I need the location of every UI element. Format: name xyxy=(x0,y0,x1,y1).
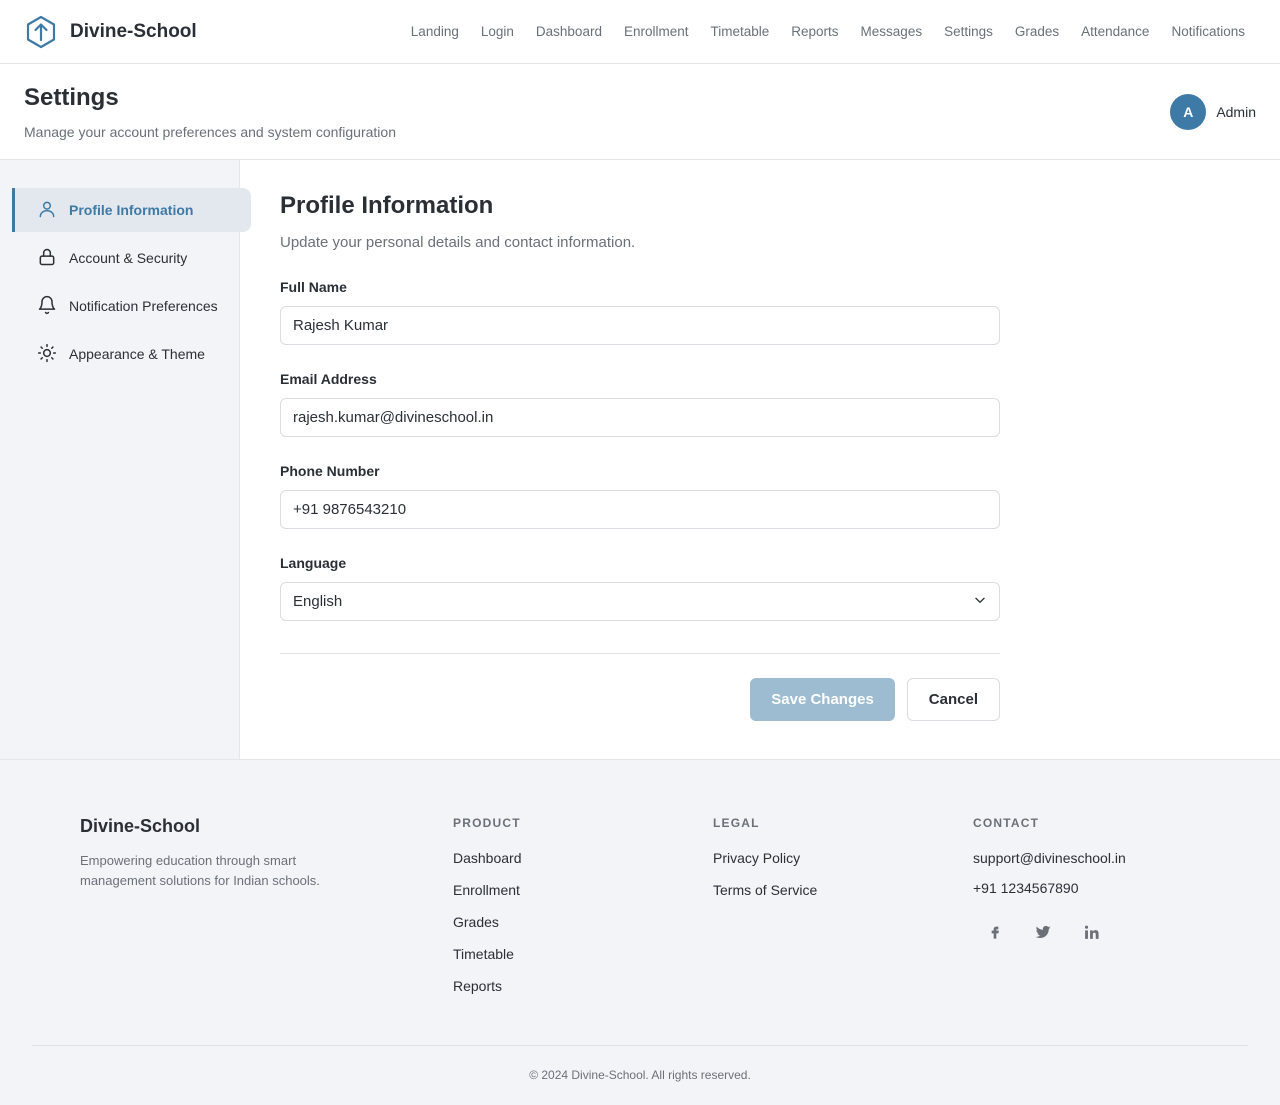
nav-link-notifications[interactable]: Notifications xyxy=(1160,24,1256,39)
sidebar-item-label: Appearance & Theme xyxy=(69,346,205,362)
nav-link-dashboard[interactable]: Dashboard xyxy=(525,24,613,39)
footer-brand-name: Divine-School xyxy=(80,816,201,836)
language-select[interactable]: English xyxy=(280,582,1000,621)
top-navbar: Divine-School Landing Login Dashboard En… xyxy=(0,0,1280,64)
footer: Divine-School Empowering education throu… xyxy=(0,760,1280,1105)
sidebar-item-appearance-theme[interactable]: Appearance & Theme xyxy=(12,332,251,376)
footer-link-dashboard[interactable]: Dashboard xyxy=(453,850,713,866)
user-icon xyxy=(37,199,57,222)
sidebar-item-notification-preferences[interactable]: Notification Preferences xyxy=(12,284,251,328)
footer-link-terms-of-service[interactable]: Terms of Service xyxy=(713,882,973,898)
save-button[interactable]: Save Changes xyxy=(750,678,895,721)
user-name: Admin xyxy=(1216,104,1256,120)
footer-legal-title: LEGAL xyxy=(713,816,760,830)
nav-link-landing[interactable]: Landing xyxy=(400,24,470,39)
cancel-button[interactable]: Cancel xyxy=(906,678,1000,721)
lock-icon xyxy=(37,247,57,270)
phone-label: Phone Number xyxy=(280,463,380,479)
linkedin-icon[interactable] xyxy=(1079,920,1103,944)
footer-contact-title: CONTACT xyxy=(973,816,1040,830)
nav-link-login[interactable]: Login xyxy=(470,24,525,39)
profile-form: Full Name Email Address Phone Number Lan… xyxy=(280,279,1000,721)
hexagon-arrow-logo-icon xyxy=(24,15,58,49)
language-selected-value: English xyxy=(293,593,343,610)
form-actions: Save Changes Cancel xyxy=(280,678,1000,721)
profile-content: Profile Information Update your personal… xyxy=(240,160,1280,759)
sidebar-item-label: Account & Security xyxy=(69,250,188,266)
nav-link-reports[interactable]: Reports xyxy=(780,24,849,39)
footer-contact-phone[interactable]: +91 1234567890 xyxy=(973,880,1233,896)
sidebar-item-account-security[interactable]: Account & Security xyxy=(12,236,251,280)
email-field[interactable] xyxy=(280,398,1000,437)
phone-field[interactable] xyxy=(280,490,1000,529)
nav-link-grades[interactable]: Grades xyxy=(1004,24,1070,39)
footer-product-title: PRODUCT xyxy=(453,816,521,830)
chevron-down-icon xyxy=(973,593,987,611)
sun-icon xyxy=(37,343,57,366)
user-menu[interactable]: A Admin xyxy=(1170,94,1256,130)
nav-link-attendance[interactable]: Attendance xyxy=(1070,24,1160,39)
footer-link-privacy-policy[interactable]: Privacy Policy xyxy=(713,850,973,866)
footer-link-timetable[interactable]: Timetable xyxy=(453,946,713,962)
full-name-field[interactable] xyxy=(280,306,1000,345)
nav-links: Landing Login Dashboard Enrollment Timet… xyxy=(400,24,1256,39)
page-header: Settings Manage your account preferences… xyxy=(0,64,1280,160)
sidebar-item-label: Profile Information xyxy=(69,202,194,218)
twitter-icon[interactable] xyxy=(1031,920,1055,944)
form-divider xyxy=(280,653,1000,654)
facebook-icon[interactable] xyxy=(983,920,1007,944)
bell-icon xyxy=(37,295,57,318)
page-subtitle: Manage your account preferences and syst… xyxy=(24,124,396,140)
footer-link-reports[interactable]: Reports xyxy=(453,978,713,994)
footer-brand-description: Empowering education through smart manag… xyxy=(80,853,320,888)
social-links xyxy=(973,920,1233,944)
sidebar-item-profile-information[interactable]: Profile Information xyxy=(12,188,251,232)
footer-link-grades[interactable]: Grades xyxy=(453,914,713,930)
nav-link-settings[interactable]: Settings xyxy=(933,24,1004,39)
brand-name: Divine-School xyxy=(70,20,197,42)
nav-link-timetable[interactable]: Timetable xyxy=(699,24,780,39)
avatar: A xyxy=(1170,94,1207,130)
footer-contact-email[interactable]: support@divineschool.in xyxy=(973,850,1233,866)
nav-link-enrollment[interactable]: Enrollment xyxy=(613,24,700,39)
nav-link-messages[interactable]: Messages xyxy=(850,24,934,39)
settings-sidebar: Profile Information Account & Security N… xyxy=(0,160,251,759)
footer-copyright: © 2024 Divine-School. All rights reserve… xyxy=(32,1045,1248,1082)
language-label: Language xyxy=(280,555,347,571)
brand[interactable]: Divine-School xyxy=(24,15,197,49)
section-description: Update your personal details and contact… xyxy=(280,234,636,251)
page-title: Settings xyxy=(24,84,119,111)
section-title: Profile Information xyxy=(280,192,494,219)
footer-link-enrollment[interactable]: Enrollment xyxy=(453,882,713,898)
settings-main: Profile Information Account & Security N… xyxy=(0,160,1280,760)
sidebar-item-label: Notification Preferences xyxy=(69,298,218,314)
full-name-label: Full Name xyxy=(280,279,347,295)
email-label: Email Address xyxy=(280,371,377,387)
